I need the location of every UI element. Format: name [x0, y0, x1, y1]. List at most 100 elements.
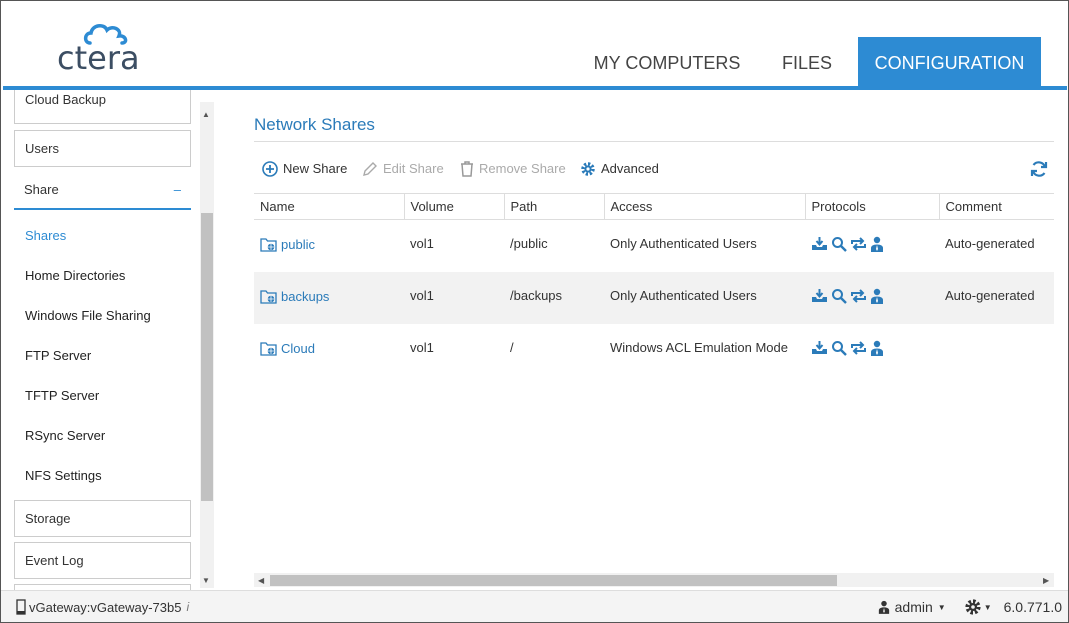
status-right: admin ▼ ▼ 6.0.771.0: [878, 598, 1062, 616]
share-path: /public: [510, 236, 548, 251]
shared-folder-icon: [260, 289, 277, 304]
protocol-icons: [811, 236, 939, 252]
search-icon[interactable]: [831, 236, 847, 252]
tab-configuration[interactable]: CONFIGURATION: [858, 37, 1041, 88]
sync-arrows-icon[interactable]: [850, 288, 867, 304]
page-title: Network Shares: [254, 115, 375, 134]
column-header-name[interactable]: Name: [254, 193, 405, 220]
user-menu[interactable]: admin ▼: [878, 599, 946, 615]
scroll-down-icon[interactable]: ▼: [202, 576, 210, 585]
scroll-left-icon[interactable]: ◀: [258, 576, 264, 585]
column-header-volume[interactable]: Volume: [404, 193, 505, 220]
column-header-protocols[interactable]: Protocols: [805, 193, 940, 220]
column-header-access[interactable]: Access: [604, 193, 806, 220]
share-access: Only Authenticated Users: [604, 271, 805, 324]
share-volume: vol1: [410, 339, 434, 355]
shared-folder-icon: [260, 238, 277, 252]
share-path: /backups: [504, 271, 604, 324]
ctera-logo: ctera: [57, 21, 157, 77]
new-share-label: New Share: [283, 161, 348, 176]
gear-icon: [965, 599, 981, 615]
remove-share-label: Remove Share: [479, 161, 566, 176]
device-icon: [16, 599, 26, 615]
table-row[interactable]: public vol1 /public Only Authenticated U…: [254, 220, 1054, 272]
share-name-link[interactable]: backups: [281, 289, 329, 304]
sidebar-item-label: Users: [25, 141, 59, 156]
share-comment: Auto-generated: [945, 236, 1035, 251]
advanced-label: Advanced: [601, 161, 659, 176]
shared-folder-icon: [260, 341, 277, 356]
gear-icon: [581, 162, 595, 176]
protocol-icons: [811, 288, 939, 304]
download-tray-icon[interactable]: [811, 236, 828, 252]
sidebar-subitem-rsync-server[interactable]: RSync Server: [25, 428, 105, 443]
share-path: /: [510, 339, 514, 355]
shares-table: Name Volume Path Access Protocols Commen…: [254, 193, 1054, 376]
table-row[interactable]: backups vol1 /backups Only Authenticated…: [254, 271, 1054, 324]
sidebar-item-label: Share: [24, 182, 59, 197]
info-icon[interactable]: i: [186, 600, 189, 614]
status-bar: vGateway:vGateway-73b5 i admin ▼ ▼ 6.0.7…: [1, 590, 1068, 622]
edit-share-label: Edit Share: [383, 161, 444, 176]
refresh-icon[interactable]: [1029, 159, 1049, 179]
plus-circle-icon: [262, 161, 278, 177]
search-icon[interactable]: [831, 288, 847, 304]
title-divider: [254, 141, 1054, 142]
sidebar-subitem-ftp-server[interactable]: FTP Server: [25, 348, 91, 363]
device-info: vGateway:vGateway-73b5 i: [16, 599, 189, 615]
remove-share-button[interactable]: Remove Share: [460, 160, 566, 178]
main-content: Network Shares New Share Edit Share Remo…: [214, 90, 1066, 590]
advanced-button[interactable]: Advanced: [580, 160, 659, 178]
user-name: admin: [894, 599, 933, 615]
collapse-icon[interactable]: –: [174, 171, 181, 209]
user-tie-icon[interactable]: [870, 340, 884, 356]
header: ctera MY COMPUTERS FILES CONFIGURATION: [1, 1, 1068, 88]
scroll-right-icon[interactable]: ▶: [1043, 576, 1049, 585]
sidebar-item-label: Storage: [25, 511, 71, 526]
search-icon[interactable]: [831, 340, 847, 356]
sidebar-subitem-nfs-settings[interactable]: NFS Settings: [25, 468, 102, 483]
user-tie-icon[interactable]: [870, 288, 884, 304]
download-tray-icon[interactable]: [811, 340, 828, 356]
sidebar-subitem-tftp-server[interactable]: TFTP Server: [25, 388, 99, 403]
sidebar-item-users[interactable]: Users: [14, 130, 191, 167]
column-header-comment[interactable]: Comment: [939, 193, 1054, 220]
trash-icon: [461, 161, 473, 177]
sidebar-item-event-log[interactable]: Event Log: [14, 542, 191, 579]
sidebar-subitem-home-directories[interactable]: Home Directories: [25, 268, 125, 283]
tab-files[interactable]: FILES: [764, 37, 850, 88]
device-name: vGateway:vGateway-73b5: [29, 599, 182, 615]
share-volume: vol1: [404, 271, 504, 324]
sidebar-item-label: Event Log: [25, 553, 84, 568]
chevron-down-icon: ▼: [983, 602, 992, 612]
sidebar-subitem-shares[interactable]: Shares: [25, 228, 66, 243]
settings-menu[interactable]: ▼: [964, 598, 992, 616]
share-volume: vol1: [410, 236, 434, 251]
table-row[interactable]: Cloud vol1 / Windows ACL Emulation Mode: [254, 324, 1054, 376]
protocol-icons: [811, 340, 939, 356]
sidebar-item-share[interactable]: Share –: [14, 171, 191, 210]
logo-text: ctera: [57, 39, 140, 77]
column-header-path[interactable]: Path: [504, 193, 605, 220]
download-tray-icon[interactable]: [811, 288, 828, 304]
sidebar-item-cloud-backup[interactable]: Cloud Backup: [14, 90, 191, 124]
sync-arrows-icon[interactable]: [850, 340, 867, 356]
tab-my-computers[interactable]: MY COMPUTERS: [583, 37, 751, 88]
sidebar-scrollbar-thumb[interactable]: [201, 213, 213, 501]
user-tie-icon: [878, 600, 889, 614]
share-name-link[interactable]: Cloud: [281, 341, 315, 356]
chevron-down-icon: ▼: [937, 602, 946, 612]
edit-share-button[interactable]: Edit Share: [362, 160, 444, 178]
scroll-up-icon[interactable]: ▲: [202, 110, 210, 119]
sidebar-item-label: Cloud Backup: [25, 92, 106, 107]
user-tie-icon[interactable]: [870, 236, 884, 252]
sync-arrows-icon[interactable]: [850, 236, 867, 252]
share-comment: [939, 324, 1054, 376]
sidebar: Cloud Backup Users Share – Shares Home D…: [3, 90, 214, 590]
new-share-button[interactable]: New Share: [262, 160, 347, 178]
pencil-icon: [363, 162, 377, 176]
share-name-link[interactable]: public: [281, 237, 315, 252]
sidebar-item-storage[interactable]: Storage: [14, 500, 191, 537]
sidebar-subitem-windows-file-sharing[interactable]: Windows File Sharing: [25, 308, 151, 323]
table-scrollbar-thumb[interactable]: [270, 575, 837, 586]
